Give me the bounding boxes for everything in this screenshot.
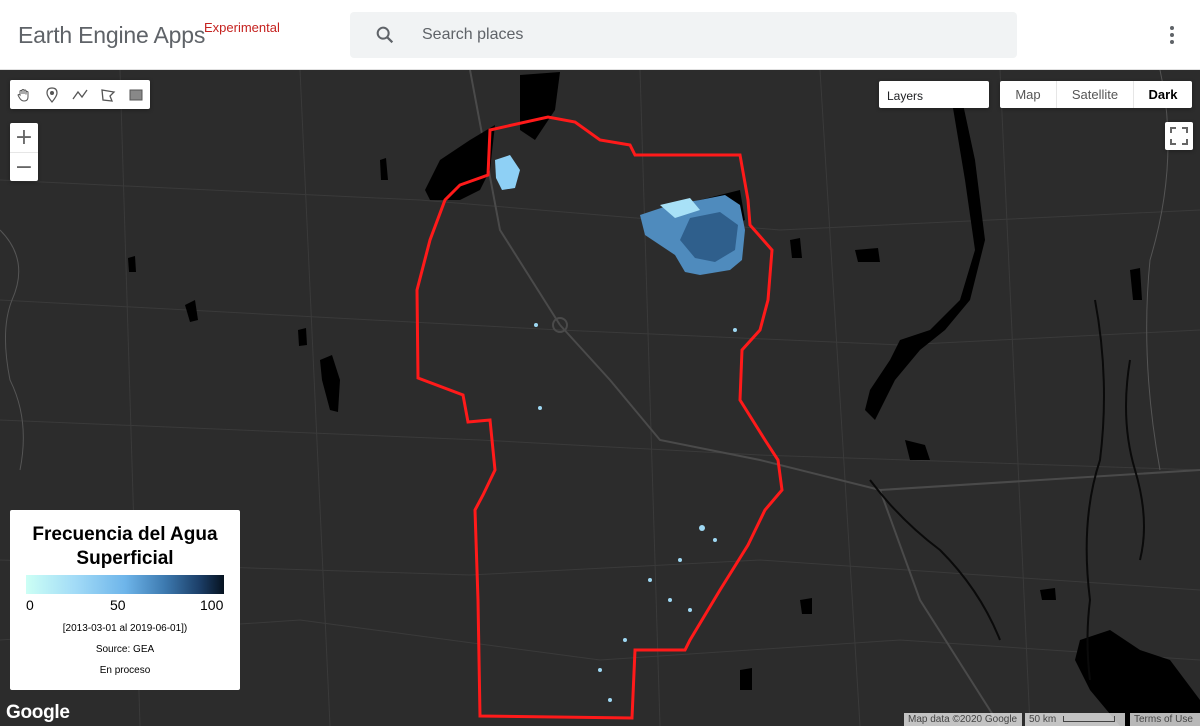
legend-date-range: [2013-03-01 al 2019-06-01]) xyxy=(62,623,188,634)
drawing-toolbar xyxy=(10,80,150,109)
search-icon xyxy=(376,26,394,44)
map-type-control: Map Satellite Dark xyxy=(1000,81,1192,108)
fullscreen-icon xyxy=(1170,127,1188,145)
more-vert-icon[interactable] xyxy=(1160,22,1184,48)
polygon-tool-icon[interactable] xyxy=(94,80,122,109)
legend-tick-max: 100 xyxy=(200,597,224,613)
legend-color-ramp xyxy=(26,575,224,594)
legend-title: Frecuencia del Agua Superficial xyxy=(10,523,240,571)
fullscreen-button[interactable] xyxy=(1165,122,1193,150)
map-type-map-button[interactable]: Map xyxy=(1000,81,1057,108)
scale-bar[interactable]: 50 km xyxy=(1025,713,1125,726)
legend-tick-mid: 50 xyxy=(110,597,126,613)
map-type-satellite-button[interactable]: Satellite xyxy=(1057,81,1134,108)
map-type-dark-button[interactable]: Dark xyxy=(1134,81,1192,108)
zoom-in-button[interactable]: + xyxy=(10,123,38,152)
rectangle-tool-icon[interactable] xyxy=(122,80,150,109)
zoom-control: + − xyxy=(10,123,38,181)
zoom-out-button[interactable]: − xyxy=(10,152,38,181)
scale-label: 50 km xyxy=(1029,714,1057,725)
legend-title-line1: Frecuencia del Agua xyxy=(32,524,218,545)
legend-status: En proceso xyxy=(99,665,151,676)
scale-line xyxy=(1063,716,1116,722)
legend-tick-min: 0 xyxy=(26,597,34,613)
legend-source: Source: GEA xyxy=(95,644,155,655)
layers-dropdown[interactable]: Layers xyxy=(879,81,989,108)
app-header: Earth Engine Apps Experimental xyxy=(0,0,1200,70)
legend-title-line2: Superficial xyxy=(76,548,174,569)
point-marker-icon[interactable] xyxy=(38,80,66,109)
search-input[interactable] xyxy=(422,12,1002,58)
terms-of-use-link[interactable]: Terms of Use xyxy=(1130,713,1200,726)
search-box[interactable] xyxy=(350,12,1017,58)
map-data-attribution[interactable]: Map data ©2020 Google xyxy=(904,713,1022,726)
line-tool-icon[interactable] xyxy=(66,80,94,109)
app-title: Earth Engine Apps xyxy=(18,22,206,48)
experimental-badge: Experimental xyxy=(204,20,280,35)
google-logo: Google xyxy=(6,702,70,723)
map-legend: Frecuencia del Agua Superficial 0 50 100… xyxy=(10,510,240,690)
hand-pan-icon[interactable] xyxy=(10,80,38,109)
map-canvas[interactable]: + − Layers Map Satellite Dark Frecuencia… xyxy=(0,70,1200,726)
